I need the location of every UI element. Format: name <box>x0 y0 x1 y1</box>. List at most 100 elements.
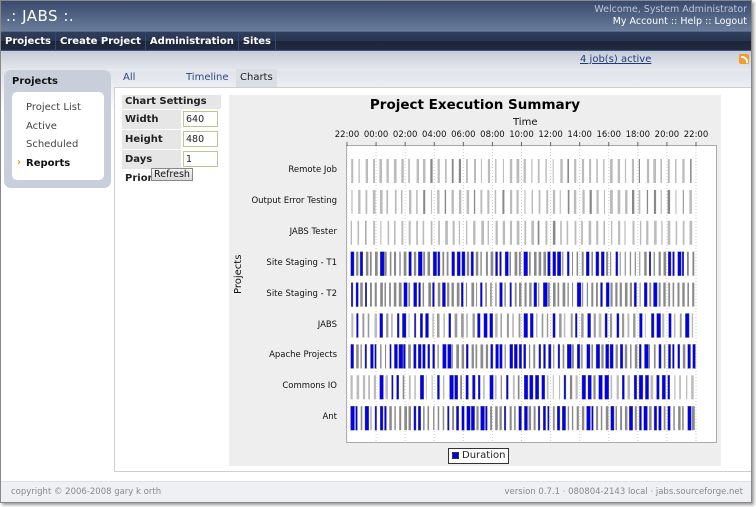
duration-bar <box>413 406 417 431</box>
duration-bar <box>432 282 435 307</box>
duration-bar <box>466 159 468 183</box>
duration-bar <box>475 344 478 369</box>
duration-bar <box>379 313 383 338</box>
duration-bar <box>575 313 578 338</box>
app-window: .: JABS :. Welcome, System Administrator… <box>0 0 752 503</box>
duration-bar <box>442 344 447 369</box>
duration-bar <box>604 375 609 400</box>
duration-bar <box>408 375 411 400</box>
duration-bar <box>563 375 567 400</box>
duration-bar <box>675 159 677 183</box>
duration-bar <box>514 282 517 307</box>
duration-bar <box>380 344 382 369</box>
duration-bar <box>448 313 452 338</box>
duration-bar <box>566 220 569 245</box>
duration-bar <box>589 189 592 214</box>
duration-bar <box>624 220 626 245</box>
duration-bar <box>598 313 602 338</box>
legend-swatch-duration <box>452 451 459 459</box>
duration-bar <box>470 251 474 276</box>
duration-bar <box>358 159 360 183</box>
duration-bar <box>442 251 445 276</box>
duration-bar <box>384 406 387 431</box>
duration-bar <box>675 189 677 214</box>
duration-bar <box>408 159 410 183</box>
duration-bar <box>365 189 368 214</box>
duration-bar <box>627 313 630 338</box>
duration-bar <box>610 406 615 431</box>
duration-bar <box>357 220 360 245</box>
duration-bar <box>351 159 354 183</box>
duration-bar <box>533 282 537 307</box>
duration-bar <box>487 220 489 245</box>
duration-bar <box>690 159 692 183</box>
duration-bar <box>442 375 445 400</box>
duration-bar <box>430 189 432 214</box>
duration-bar <box>569 375 573 400</box>
duration-bar <box>692 344 696 369</box>
duration-bar <box>444 189 447 214</box>
duration-bar <box>624 406 628 431</box>
duration-bar <box>538 251 542 276</box>
duration-bar <box>559 313 562 338</box>
duration-bar <box>634 251 636 276</box>
duration-bar <box>660 189 662 214</box>
duration-bar <box>610 313 613 338</box>
duration-bar <box>678 406 681 431</box>
duration-bar <box>514 344 518 369</box>
duration-bar <box>533 344 536 369</box>
duration-bar <box>404 406 407 431</box>
duration-bar <box>610 189 613 214</box>
duration-bar <box>524 282 527 307</box>
duration-bar <box>432 344 435 369</box>
duration-bar <box>506 313 509 338</box>
duration-bar <box>573 189 577 214</box>
duration-bar <box>483 375 485 400</box>
duration-bar <box>503 159 504 183</box>
duration-bar <box>485 282 487 307</box>
duration-bar <box>631 159 634 183</box>
duration-bar <box>553 282 556 307</box>
duration-bar <box>524 189 526 214</box>
duration-bar <box>654 220 657 245</box>
duration-bar <box>560 159 563 183</box>
duration-bar <box>509 344 513 369</box>
duration-bar <box>452 220 455 245</box>
duration-bar <box>577 344 581 369</box>
duration-bar <box>646 189 649 214</box>
duration-bar <box>624 282 628 307</box>
duration-bar <box>686 375 688 400</box>
duration-bar <box>531 220 534 245</box>
duration-bar <box>572 251 573 276</box>
duration-bar <box>650 375 654 400</box>
duration-bar <box>673 313 676 338</box>
duration-bar <box>490 344 494 369</box>
duration-bar <box>461 344 465 369</box>
duration-bar <box>663 251 667 276</box>
duration-bar <box>651 313 655 338</box>
duration-bar <box>456 251 461 276</box>
duration-bar <box>473 220 476 245</box>
duration-bar <box>490 406 493 431</box>
duration-bar <box>433 406 435 431</box>
duration-bar <box>350 406 355 431</box>
duration-bar <box>373 375 376 400</box>
duration-bar <box>480 159 482 183</box>
duration-bar <box>692 406 695 431</box>
duration-bar <box>495 406 498 431</box>
duration-bar <box>546 313 549 338</box>
duration-bar <box>466 344 469 369</box>
duration-bar <box>394 344 398 369</box>
duration-bar <box>408 344 411 369</box>
duration-bar <box>359 251 364 276</box>
duration-bar <box>596 282 598 307</box>
duration-bar <box>360 406 363 431</box>
duration-bar <box>481 220 484 245</box>
duration-bar <box>447 344 452 369</box>
duration-bar <box>552 375 554 400</box>
duration-bar <box>466 313 468 338</box>
duration-bar <box>408 313 410 338</box>
duration-bar <box>360 344 362 369</box>
duration-bar <box>438 220 440 245</box>
duration-bar <box>495 313 498 338</box>
